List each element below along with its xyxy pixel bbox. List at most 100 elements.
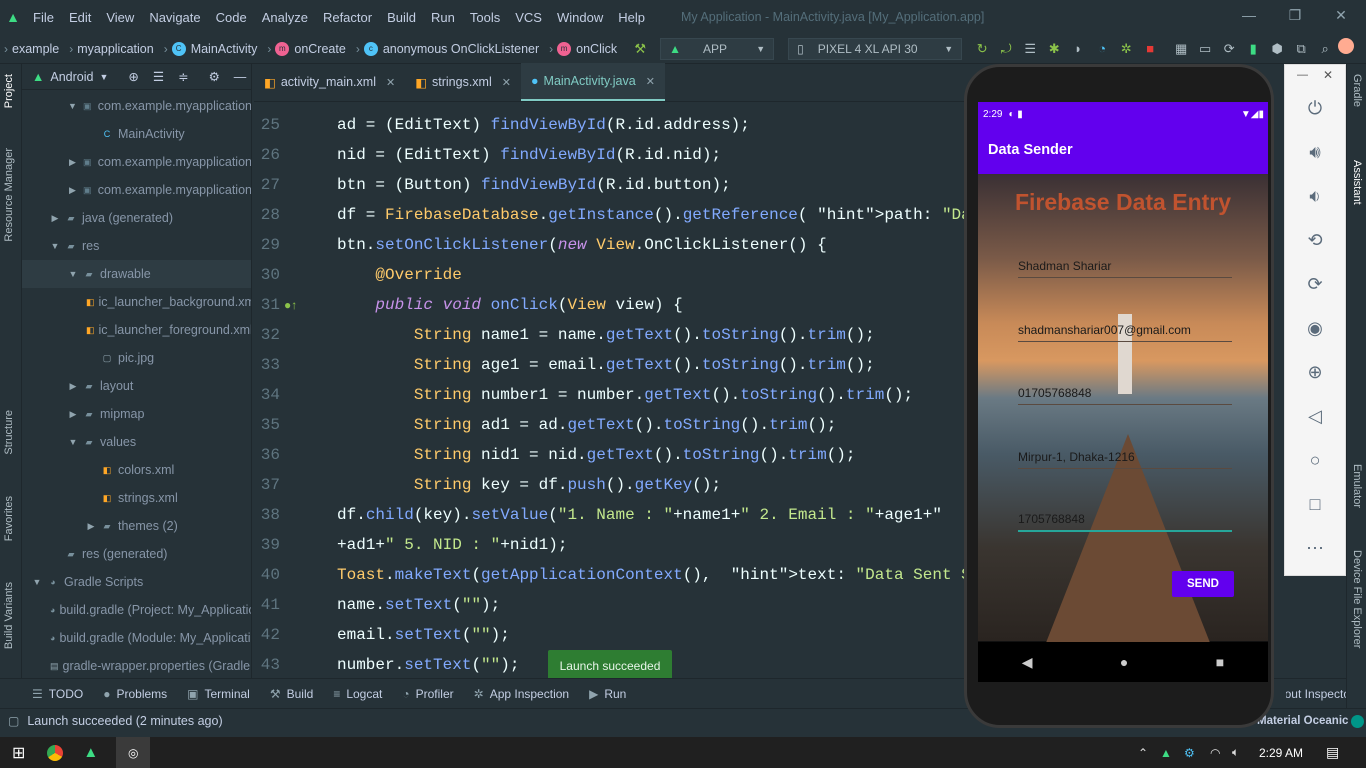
close-icon[interactable]: ✕ — [1318, 0, 1364, 30]
menu-edit[interactable]: Edit — [62, 10, 99, 25]
restore-icon[interactable]: ❐ — [1272, 0, 1318, 30]
tab-strings-xml[interactable]: ◧ strings.xml ✕ — [405, 63, 521, 101]
chevron-down-icon[interactable]: ▼ — [30, 577, 44, 587]
chevron-right-icon[interactable]: ▶ — [66, 409, 80, 420]
tree-item[interactable]: ▼ ▣ com.example.myapplication — [22, 92, 251, 120]
chrome-icon[interactable] — [47, 744, 64, 761]
code-line[interactable]: String nid1 = nid.getText().toString().t… — [337, 446, 856, 464]
camera-icon[interactable]: ◉ — [1302, 315, 1328, 341]
favorites-tool-tab[interactable]: Favorites — [3, 496, 15, 541]
chevron-down-icon[interactable]: ▼ — [66, 437, 80, 447]
problems-tool[interactable]: ● Problems — [103, 687, 167, 701]
overview-icon[interactable]: □ — [1302, 491, 1328, 517]
wifi-icon[interactable]: ◠ — [1210, 746, 1220, 760]
chevron-down-icon[interactable]: ▼ — [99, 72, 108, 82]
code-line[interactable]: btn = (Button) findViewById(R.id.button)… — [337, 176, 731, 194]
project-tool-tab[interactable]: Project — [3, 74, 15, 108]
breadcrumb-example[interactable]: example — [12, 42, 59, 56]
tree-item[interactable]: ◧ strings.xml — [22, 484, 251, 512]
breadcrumb-mainactivity[interactable]: C MainActivity — [171, 41, 257, 56]
menu-refactor[interactable]: Refactor — [316, 10, 380, 25]
breadcrumb-oncreate[interactable]: m onCreate — [275, 41, 346, 56]
stop-icon[interactable]: ■ — [1139, 38, 1161, 60]
tree-item[interactable]: ▶ ▰ mipmap — [22, 400, 251, 428]
gear-icon[interactable]: ⚙ — [209, 69, 220, 84]
device-file-explorer-tool-tab[interactable]: Device File Explorer — [1351, 550, 1363, 648]
home-icon[interactable]: ● — [1120, 654, 1128, 670]
tray-app-icon[interactable]: ⚙ — [1184, 746, 1195, 760]
code-line[interactable]: +ad1+" 5. NID : "+nid1); — [337, 536, 567, 554]
tree-item[interactable]: ▼ ▰ res — [22, 232, 251, 260]
emulator-task-icon[interactable]: ◎ — [116, 737, 151, 768]
close-icon[interactable]: ✕ — [502, 76, 511, 89]
tab-mainactivity-java[interactable]: ● MainActivity.java ✕ — [520, 63, 665, 101]
minimize-icon[interactable]: — — [1297, 69, 1308, 81]
menu-run[interactable]: Run — [424, 10, 463, 25]
volume-up-icon[interactable]: 🔊︎ — [1302, 139, 1328, 165]
search-icon[interactable]: ⌕ — [1314, 38, 1336, 60]
device-select[interactable]: ▯ PIXEL 4 XL API 30 ▼ — [788, 37, 963, 60]
project-structure-icon[interactable]: ▦ — [1170, 38, 1192, 60]
volume-icon[interactable]: 🔈︎ — [1232, 745, 1239, 760]
menu-code[interactable]: Code — [209, 10, 255, 25]
sdk-manager-icon[interactable]: ⬢ — [1266, 38, 1288, 60]
number-field[interactable]: 01705768848 — [1018, 383, 1232, 405]
tray-android-icon[interactable]: ▲ — [1160, 746, 1172, 760]
code-line[interactable]: df.child(key).setValue("1. Name : "+name… — [337, 506, 942, 524]
logcat-tool[interactable]: ≡ Logcat — [333, 687, 382, 701]
clock[interactable]: 2:29 AM — [1259, 746, 1303, 760]
tree-item[interactable]: ▢ pic.jpg — [22, 344, 251, 372]
back-icon[interactable]: ◀ — [1022, 654, 1033, 671]
name-field[interactable]: Shadman Shariar — [1018, 256, 1232, 278]
close-icon[interactable]: ✕ — [1323, 68, 1333, 82]
menu-window[interactable]: Window — [550, 10, 611, 25]
menu-analyze[interactable]: Analyze — [255, 10, 316, 25]
rotate-right-icon[interactable]: ⟳ — [1302, 271, 1328, 297]
apply-code-changes-icon[interactable]: ⤾ — [995, 38, 1017, 60]
chevron-right-icon[interactable]: ▶ — [84, 521, 98, 532]
close-icon[interactable]: ✕ — [646, 75, 655, 88]
code-line[interactable]: String name1 = name.getText().toString()… — [337, 326, 875, 344]
code-line[interactable]: ad = (EditText) findViewById(R.id.addres… — [337, 116, 750, 134]
emulator-tool-tab[interactable]: Emulator — [1351, 464, 1363, 508]
run-tool[interactable]: ▶ Run — [589, 687, 626, 701]
override-marker-icon[interactable]: ●↑ — [284, 298, 297, 312]
menu-help[interactable]: Help — [611, 10, 653, 25]
code-line[interactable]: @Override — [337, 266, 461, 284]
hide-panel-icon[interactable]: — — [234, 70, 247, 84]
tree-item[interactable]: ▤gradle-wrapper.properties (Gradle Versi… — [22, 652, 251, 678]
collapse-all-icon[interactable]: ≑ — [178, 69, 188, 84]
breadcrumb-onclick[interactable]: m onClick — [557, 41, 617, 56]
hammer-icon[interactable]: ⚒ — [629, 38, 651, 60]
tree-item[interactable]: C MainActivity — [22, 120, 251, 148]
assistant-tool-tab[interactable]: Assistant — [1351, 160, 1363, 205]
sync-icon[interactable]: ⟳ — [1218, 38, 1240, 60]
code-line[interactable]: String key = df.push().getKey(); — [337, 476, 721, 494]
code-line[interactable]: String age1 = email.getText().toString()… — [337, 356, 875, 374]
code-line[interactable]: Toast.makeText(getApplicationContext(), … — [337, 566, 966, 584]
android-studio-icon[interactable]: ▲ — [83, 744, 98, 761]
tree-item[interactable]: ◧ colors.xml — [22, 456, 251, 484]
tree-item[interactable]: ▰ res (generated) — [22, 540, 251, 568]
code-line[interactable]: number.setText(""); — [337, 656, 519, 674]
run-config-select[interactable]: ▲ APP ▼ — [660, 37, 775, 60]
overview-icon[interactable]: ■ — [1216, 654, 1224, 670]
code-line[interactable]: nid = (EditText) findViewById(R.id.nid); — [337, 146, 721, 164]
phone-screen[interactable]: 2:29 ◐ ▮ ▼◢▮ Data Sender Firebase Data E… — [978, 102, 1268, 682]
expand-all-icon[interactable]: ☰ — [153, 69, 164, 84]
tab-activity-main-xml[interactable]: ◧ activity_main.xml ✕ — [254, 63, 405, 101]
chevron-down-icon[interactable]: ▼ — [66, 101, 79, 111]
close-icon[interactable]: ✕ — [386, 76, 395, 89]
breadcrumb-anonymous-listener[interactable]: c anonymous OnClickListener — [363, 41, 539, 56]
menu-tools[interactable]: Tools — [463, 10, 508, 25]
apply-changes-icon[interactable]: ↻ — [971, 38, 993, 60]
theme-name[interactable]: Material Oceanic — [1257, 715, 1348, 727]
status-message[interactable]: Launch succeeded (2 minutes ago) — [27, 714, 222, 728]
avd-manager-icon[interactable]: ▮ — [1242, 38, 1264, 60]
menu-file[interactable]: File — [26, 10, 62, 25]
tree-item[interactable]: ▶ ▰ layout — [22, 372, 251, 400]
chevron-right-icon[interactable]: ▶ — [66, 185, 79, 196]
build-tool[interactable]: ⚒ Build — [270, 687, 313, 701]
tree-item[interactable]: ▼ ▰ values — [22, 428, 251, 456]
tree-item[interactable]: ▼ ◕ Gradle Scripts — [22, 568, 251, 596]
